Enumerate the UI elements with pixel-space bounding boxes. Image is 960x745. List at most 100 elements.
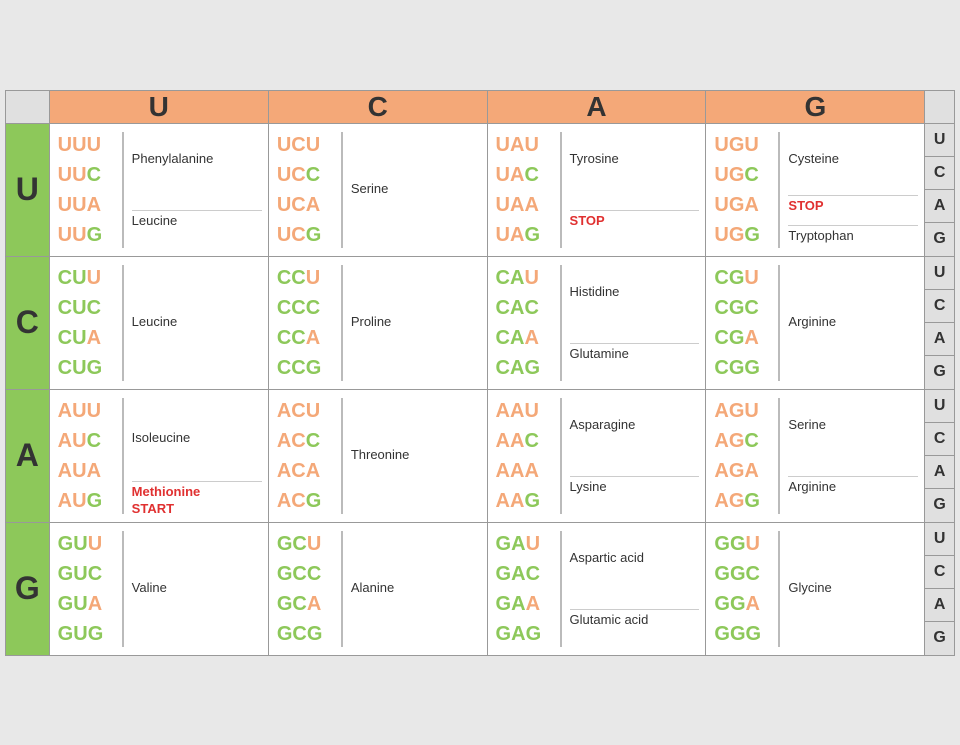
codon-ACA: ACA <box>277 456 339 486</box>
codon-cell-AAU: AAUAACAAAAAGAsparagineLysine <box>487 389 706 522</box>
right-label-3: G <box>925 223 955 256</box>
aa-label-Tyrosine: Tyrosine <box>570 151 700 168</box>
aa-label-STOP: STOP <box>570 213 700 230</box>
codon-UCC: UCC <box>277 160 339 190</box>
codon-GAC: GAC <box>496 559 558 589</box>
aa-label-Phenylalanine: Phenylalanine <box>132 151 262 168</box>
codon-UUA: UUA <box>58 190 120 220</box>
codon-UAG: UAG <box>496 220 558 250</box>
aa-label-Glutamic-acid: Glutamic acid <box>570 612 700 629</box>
right-label-11: G <box>925 489 955 522</box>
aa-label-Methionine-START: Methionine <box>132 484 262 501</box>
row-header-C: C <box>6 256 50 389</box>
codon-GGA: GGA <box>714 589 776 619</box>
right-label-6: A <box>925 323 955 356</box>
codon-CUC: CUC <box>58 293 120 323</box>
codon-GGU: GGU <box>714 529 776 559</box>
codon-AGU: AGU <box>714 396 776 426</box>
codon-cell-AGU: AGUAGCAGAAGGSerineArginine <box>706 389 925 522</box>
right-label-0: U <box>925 123 955 156</box>
codon-UAU: UAU <box>496 130 558 160</box>
codon-cell-AUU: AUUAUCAUAAUGIsoleucineMethionineSTART <box>49 389 268 522</box>
codon-CUA: CUA <box>58 323 120 353</box>
right-label-9: C <box>925 422 955 455</box>
codon-GCU: GCU <box>277 529 339 559</box>
codon-cell-UAU: UAUUACUAAUAG Tyrosine STOP <box>487 123 706 256</box>
right-label-12: U <box>925 522 955 555</box>
codon-GCA: GCA <box>277 589 339 619</box>
aa-label-Asparagine: Asparagine <box>570 417 700 434</box>
codon-CAU: CAU <box>496 263 558 293</box>
codon-cell-GAU: GAUGACGAAGAGAspartic acidGlutamic acid <box>487 522 706 655</box>
codon-cell-GGU: GGUGGCGGAGGG Glycine <box>706 522 925 655</box>
row-header-U: U <box>6 123 50 256</box>
codon-UUG: UUG <box>58 220 120 250</box>
aa-label-STOP: STOP <box>788 198 918 215</box>
aa-label-Alanine: Alanine <box>351 580 481 597</box>
codon-GUU: GUU <box>58 529 120 559</box>
codon-cell-GUU: GUUGUCGUAGUGValine <box>49 522 268 655</box>
codon-CCA: CCA <box>277 323 339 353</box>
codon-UGC: UGC <box>714 160 776 190</box>
codon-ACU: ACU <box>277 396 339 426</box>
aa-label-Arginine: Arginine <box>788 314 918 331</box>
aa-label-Serine: Serine <box>351 181 481 198</box>
codon-cell-GCU: GCUGCCGCAGCGAlanine <box>268 522 487 655</box>
codon-AGG: AGG <box>714 486 776 516</box>
row-header-G: G <box>6 522 50 655</box>
codon-GGG: GGG <box>714 619 776 649</box>
codon-ACG: ACG <box>277 486 339 516</box>
aa-label-Cysteine: Cysteine <box>788 151 918 168</box>
aa-label-Valine: Valine <box>132 580 262 597</box>
codon-AUA: AUA <box>58 456 120 486</box>
codon-AAC: AAC <box>496 426 558 456</box>
codon-cell-CCU: CCUCCCCCACCGProline <box>268 256 487 389</box>
aa-label-Arginine: Arginine <box>788 479 918 496</box>
codon-CGU: CGU <box>714 263 776 293</box>
codon-AUU: AUU <box>58 396 120 426</box>
aa-label-Aspartic-acid: Aspartic acid <box>570 550 700 567</box>
codon-UAA: UAA <box>496 190 558 220</box>
right-label-2: A <box>925 190 955 223</box>
row-header-A: A <box>6 389 50 522</box>
right-label-5: C <box>925 289 955 322</box>
codon-UCA: UCA <box>277 190 339 220</box>
codon-CCC: CCC <box>277 293 339 323</box>
col-header-U: U <box>49 90 268 123</box>
codon-cell-UUU: UUUUUCUUAUUGPhenylalanineLeucine <box>49 123 268 256</box>
right-label-13: C <box>925 555 955 588</box>
codon-UCG: UCG <box>277 220 339 250</box>
col-header-C: C <box>268 90 487 123</box>
codon-CGG: CGG <box>714 353 776 383</box>
codon-CGA: CGA <box>714 323 776 353</box>
right-label-15: G <box>925 622 955 655</box>
codon-UGA: UGA <box>714 190 776 220</box>
codon-table: U C A G UUUUUUCUUAUUGPhenylalanineLeucin… <box>5 90 955 656</box>
codon-cell-CUU: CUUCUCCUACUGLeucine <box>49 256 268 389</box>
right-label-1: C <box>925 156 955 189</box>
col-header-A: A <box>487 90 706 123</box>
codon-AAA: AAA <box>496 456 558 486</box>
codon-GCG: GCG <box>277 619 339 649</box>
right-label-7: G <box>925 356 955 389</box>
aa-label-Histidine: Histidine <box>570 284 700 301</box>
codon-CAA: CAA <box>496 323 558 353</box>
codon-UUU: UUU <box>58 130 120 160</box>
codon-cell-ACU: ACUACCACAACGThreonine <box>268 389 487 522</box>
aa-label-Leucine: Leucine <box>132 213 262 230</box>
aa-label-Threonine: Threonine <box>351 447 481 464</box>
codon-GGC: GGC <box>714 559 776 589</box>
codon-cell-CAU: CAUCACCAACAGHistidineGlutamine <box>487 256 706 389</box>
codon-UGG: UGG <box>714 220 776 250</box>
aa-label-Isoleucine: Isoleucine <box>132 430 262 447</box>
codon-AAU: AAU <box>496 396 558 426</box>
codon-UAC: UAC <box>496 160 558 190</box>
codon-GAU: GAU <box>496 529 558 559</box>
codon-GAA: GAA <box>496 589 558 619</box>
codon-GUC: GUC <box>58 559 120 589</box>
codon-AUC: AUC <box>58 426 120 456</box>
right-label-8: U <box>925 389 955 422</box>
codon-AGA: AGA <box>714 456 776 486</box>
aa-label-Glycine: Glycine <box>788 580 918 597</box>
aa-label-Proline: Proline <box>351 314 481 331</box>
